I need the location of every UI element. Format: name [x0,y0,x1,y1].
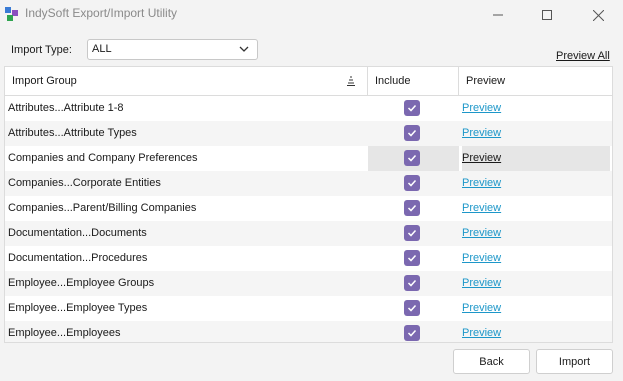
include-cell [368,96,459,121]
table-row[interactable]: Documentation...Documents Preview [5,221,612,246]
checkmark-icon [407,254,417,262]
table-row[interactable]: Employee...Employee Groups Preview [5,271,612,296]
table-row[interactable]: Employee...Employees Preview [5,321,612,342]
include-checkbox[interactable] [404,325,420,341]
preview-link[interactable]: Preview [462,202,501,214]
include-checkbox[interactable] [404,200,420,216]
checkmark-icon [407,204,417,212]
preview-cell: Preview [462,96,610,121]
import-group-grid: Import Group Include Preview Attributes.… [4,66,613,343]
preview-link[interactable]: Preview [462,302,501,314]
include-cell [368,296,459,321]
preview-link[interactable]: Preview [462,277,501,289]
column-header-label: Import Group [12,75,77,87]
preview-link[interactable]: Preview [462,127,501,139]
import-type-select[interactable]: ALL [87,39,258,60]
include-cell [368,246,459,271]
checkmark-icon [407,129,417,137]
minimize-icon [493,14,503,16]
app-logo-icon [5,7,18,21]
window-title: IndySoft Export/Import Utility [25,6,178,20]
preview-link[interactable]: Preview [462,152,501,164]
import-group-cell: Employee...Employees [8,327,121,339]
preview-cell: Preview [462,221,610,246]
maximize-button[interactable] [524,0,570,30]
include-checkbox[interactable] [404,100,420,116]
minimize-button[interactable] [475,0,521,30]
include-checkbox[interactable] [404,225,420,241]
chevron-down-icon [239,46,249,52]
column-header-preview[interactable]: Preview [459,67,612,96]
sort-icon [347,76,355,86]
close-icon [592,9,604,21]
table-row[interactable]: Attributes...Attribute 1-8 Preview [5,96,612,121]
include-cell [368,146,459,171]
include-cell [368,171,459,196]
title-bar: IndySoft Export/Import Utility [0,0,623,30]
table-row[interactable]: Employee...Employee Types Preview [5,296,612,321]
column-header-import-group[interactable]: Import Group [5,67,368,96]
table-row[interactable]: Companies...Corporate Entities Preview [5,171,612,196]
import-group-cell: Attributes...Attribute Types [8,127,137,139]
import-group-cell: Documentation...Procedures [8,252,148,264]
import-group-cell: Companies and Company Preferences [8,152,198,164]
preview-cell: Preview [462,271,610,296]
preview-cell: Preview [462,296,610,321]
preview-link[interactable]: Preview [462,252,501,264]
preview-cell: Preview [462,321,610,342]
checkmark-icon [407,154,417,162]
preview-link[interactable]: Preview [462,177,501,189]
include-checkbox[interactable] [404,175,420,191]
checkmark-icon [407,279,417,287]
include-checkbox[interactable] [404,125,420,141]
back-button[interactable]: Back [453,349,530,374]
include-cell [368,271,459,296]
import-group-cell: Documentation...Documents [8,227,147,239]
include-checkbox[interactable] [404,250,420,266]
preview-cell: Preview [462,246,610,271]
include-cell [368,196,459,221]
include-cell [368,121,459,146]
column-header-label: Include [375,75,411,87]
preview-cell: Preview [462,196,610,221]
import-group-cell: Employee...Employee Groups [8,277,155,289]
table-row[interactable]: Companies and Company Preferences Previe… [5,146,612,171]
preview-cell: Preview [462,121,610,146]
table-row[interactable]: Documentation...Procedures Preview [5,246,612,271]
import-group-cell: Companies...Corporate Entities [8,177,161,189]
close-button[interactable] [575,0,621,30]
column-header-include[interactable]: Include [368,67,459,96]
checkmark-icon [407,229,417,237]
include-cell [368,221,459,246]
import-button[interactable]: Import [536,349,613,374]
grid-header: Import Group Include Preview [5,67,612,96]
preview-all-link[interactable]: Preview All [556,50,610,62]
checkmark-icon [407,304,417,312]
include-checkbox[interactable] [404,275,420,291]
import-group-cell: Employee...Employee Types [8,302,148,314]
import-group-cell: Companies...Parent/Billing Companies [8,202,197,214]
preview-link[interactable]: Preview [462,102,501,114]
table-row[interactable]: Attributes...Attribute Types Preview [5,121,612,146]
preview-link[interactable]: Preview [462,227,501,239]
checkmark-icon [407,179,417,187]
checkmark-icon [407,329,417,337]
preview-cell: Preview [462,171,610,196]
include-checkbox[interactable] [404,150,420,166]
preview-link[interactable]: Preview [462,327,501,339]
maximize-icon [542,10,552,20]
include-checkbox[interactable] [404,300,420,316]
import-group-cell: Attributes...Attribute 1-8 [8,102,124,114]
import-type-value: ALL [92,43,112,55]
preview-cell: Preview [462,146,610,171]
checkmark-icon [407,104,417,112]
import-type-label: Import Type: [11,44,72,56]
include-cell [368,321,459,342]
column-header-label: Preview [466,75,506,87]
table-row[interactable]: Companies...Parent/Billing Companies Pre… [5,196,612,221]
